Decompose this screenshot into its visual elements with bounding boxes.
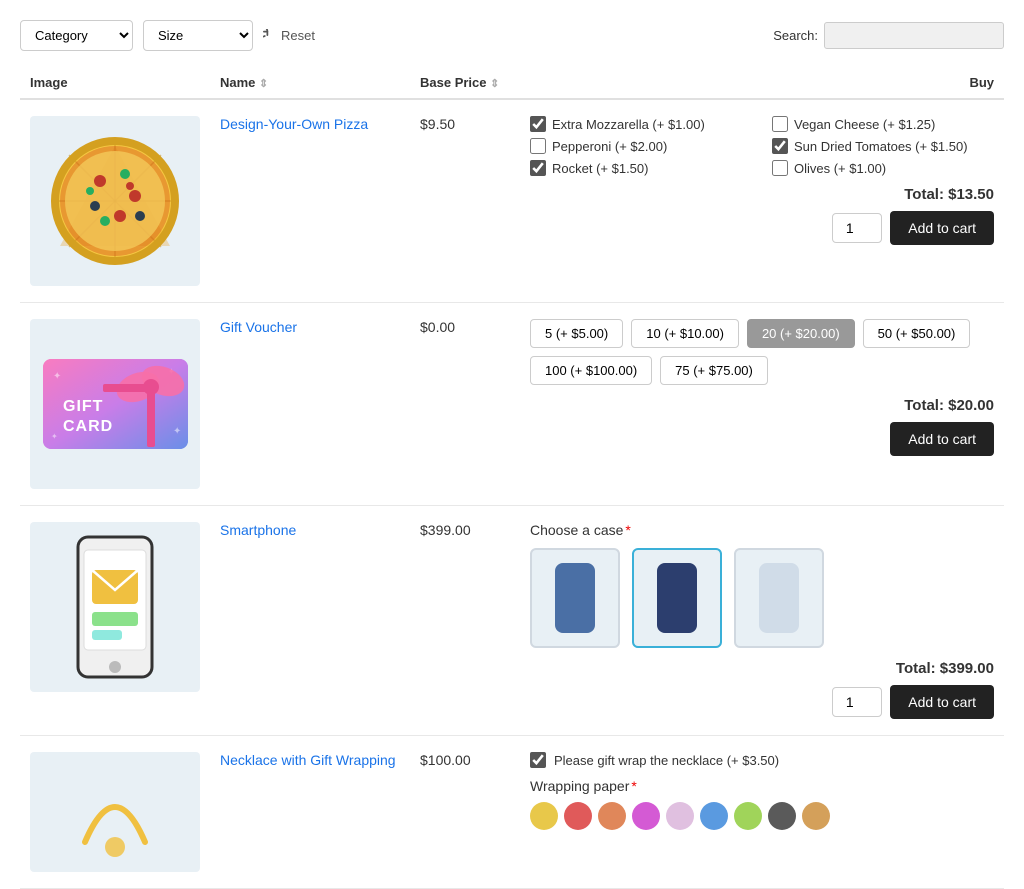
gift-card-graphic: ✦ ✦ ✦ ✦ — [43, 359, 188, 449]
gift-voucher-image-cell: ✦ ✦ ✦ ✦ — [20, 303, 210, 506]
necklace-name-cell: Necklace with Gift Wrapping — [210, 736, 410, 889]
buy-cell-pizza: Extra Mozzarella (+ $1.00) Vegan Cheese (… — [520, 99, 1004, 303]
wrapping-swatch[interactable] — [564, 802, 592, 830]
search-label: Search: — [773, 28, 818, 43]
svg-text:✦: ✦ — [53, 371, 61, 382]
addon-checkbox[interactable] — [530, 138, 546, 154]
addon-checkbox[interactable] — [772, 160, 788, 176]
gift-wrap-label: Please gift wrap the necklace (+ $3.50) — [554, 753, 779, 768]
case-option[interactable] — [632, 548, 722, 648]
case-label: Choose a case* — [530, 522, 994, 538]
addon-item: Olives (+ $1.00) — [772, 160, 994, 176]
necklace-price-cell: $100.00 — [410, 736, 520, 889]
case-option[interactable] — [530, 548, 620, 648]
voucher-option[interactable]: 100 (+ $100.00) — [530, 356, 652, 385]
addon-checkbox[interactable] — [772, 116, 788, 132]
buy-cell-smartphone: Choose a case* Total: $399.00 Add to car… — [520, 506, 1004, 736]
product-price-cell: $9.50 — [410, 99, 520, 303]
pizza-qty[interactable] — [832, 213, 882, 243]
addon-label: Olives (+ $1.00) — [794, 161, 886, 176]
addon-item: Rocket (+ $1.50) — [530, 160, 752, 176]
product-link-gift-voucher[interactable]: Gift Voucher — [220, 319, 297, 335]
col-price[interactable]: Base Price ⇕ — [410, 67, 520, 99]
gift-voucher-price-cell: $0.00 — [410, 303, 520, 506]
addon-checkbox[interactable] — [530, 160, 546, 176]
product-link-smartphone[interactable]: Smartphone — [220, 522, 296, 538]
addon-label: Pepperoni (+ $2.00) — [552, 139, 667, 154]
product-link-necklace[interactable]: Necklace with Gift Wrapping — [220, 752, 396, 768]
svg-text:GIFT: GIFT — [63, 398, 103, 415]
voucher-option[interactable]: 20 (+ $20.00) — [747, 319, 855, 348]
smartphone-name-cell: Smartphone — [210, 506, 410, 736]
gift-voucher-add-to-cart[interactable]: Add to cart — [890, 422, 994, 456]
necklace-image-cell — [20, 736, 210, 889]
wrapping-swatch[interactable] — [598, 802, 626, 830]
wrapping-swatch[interactable] — [632, 802, 660, 830]
addon-checkbox[interactable] — [530, 116, 546, 132]
voucher-option[interactable]: 75 (+ $75.00) — [660, 356, 768, 385]
voucher-option[interactable]: 10 (+ $10.00) — [631, 319, 739, 348]
case-option[interactable] — [734, 548, 824, 648]
wrapping-swatch[interactable] — [700, 802, 728, 830]
pizza-image — [50, 136, 180, 266]
voucher-option[interactable]: 50 (+ $50.00) — [863, 319, 971, 348]
buy-cell-gift-voucher: 5 (+ $5.00) 10 (+ $10.00) 20 (+ $20.00) 50 … — [520, 303, 1004, 506]
wrapping-swatch[interactable] — [734, 802, 762, 830]
addon-label: Sun Dried Tomatoes (+ $1.50) — [794, 139, 968, 154]
addon-item: Pepperoni (+ $2.00) — [530, 138, 752, 154]
smartphone-add-to-cart[interactable]: Add to cart — [890, 685, 994, 719]
addon-checkbox[interactable] — [772, 138, 788, 154]
gift-voucher-total: Total: $20.00 — [530, 397, 994, 414]
product-name-cell: Design-Your-Own Pizza — [210, 99, 410, 303]
case-svg — [754, 558, 804, 638]
buy-cell-necklace: Please gift wrap the necklace (+ $3.50) … — [520, 736, 1004, 889]
pizza-add-to-cart[interactable]: Add to cart — [890, 211, 994, 245]
smartphone-image-cell — [20, 506, 210, 736]
case-svg — [550, 558, 600, 638]
svg-text:✦: ✦ — [173, 426, 181, 437]
reset-label: Reset — [281, 28, 315, 43]
case-svg — [652, 558, 702, 638]
addon-item: Sun Dried Tomatoes (+ $1.50) — [772, 138, 994, 154]
table-row: Smartphone $399.00 Choose a case* Total:… — [20, 506, 1004, 736]
voucher-option[interactable]: 5 (+ $5.00) — [530, 319, 623, 348]
addon-item: Extra Mozzarella (+ $1.00) — [530, 116, 752, 132]
gift-wrap-checkbox[interactable] — [530, 752, 546, 768]
col-name[interactable]: Name ⇕ — [210, 67, 410, 99]
gift-wrap-row: Please gift wrap the necklace (+ $3.50) — [530, 752, 994, 768]
wrapping-swatch[interactable] — [530, 802, 558, 830]
necklace-image — [65, 762, 165, 862]
col-image: Image — [20, 67, 210, 99]
table-row: Necklace with Gift Wrapping $100.00 Plea… — [20, 736, 1004, 889]
search-input[interactable] — [824, 22, 1004, 49]
wrapping-swatch[interactable] — [802, 802, 830, 830]
table-row: Design-Your-Own Pizza $9.50 Extra Mozzar… — [20, 99, 1004, 303]
table-row: ✦ ✦ ✦ ✦ — [20, 303, 1004, 506]
svg-text:CARD: CARD — [63, 418, 113, 435]
product-link-pizza[interactable]: Design-Your-Own Pizza — [220, 116, 368, 132]
addon-label: Extra Mozzarella (+ $1.00) — [552, 117, 705, 132]
addon-item: Vegan Cheese (+ $1.25) — [772, 116, 994, 132]
category-select[interactable]: Category — [20, 20, 133, 51]
smartphone-image — [70, 532, 160, 682]
col-buy: Buy — [520, 67, 1004, 99]
size-select[interactable]: Size — [143, 20, 253, 51]
wrapping-swatch[interactable] — [768, 802, 796, 830]
gift-voucher-name-cell: Gift Voucher — [210, 303, 410, 506]
reset-button[interactable]: Reset — [263, 28, 315, 43]
product-image-cell — [20, 99, 210, 303]
addon-label: Vegan Cheese (+ $1.25) — [794, 117, 935, 132]
wrapping-paper-label: Wrapping paper* — [530, 778, 994, 794]
addon-label: Rocket (+ $1.50) — [552, 161, 648, 176]
svg-text:✦: ✦ — [51, 432, 58, 441]
smartphone-total: Total: $399.00 — [530, 660, 994, 677]
smartphone-qty[interactable] — [832, 687, 882, 717]
pizza-total: Total: $13.50 — [530, 186, 994, 203]
wrapping-swatch[interactable] — [666, 802, 694, 830]
smartphone-price-cell: $399.00 — [410, 506, 520, 736]
